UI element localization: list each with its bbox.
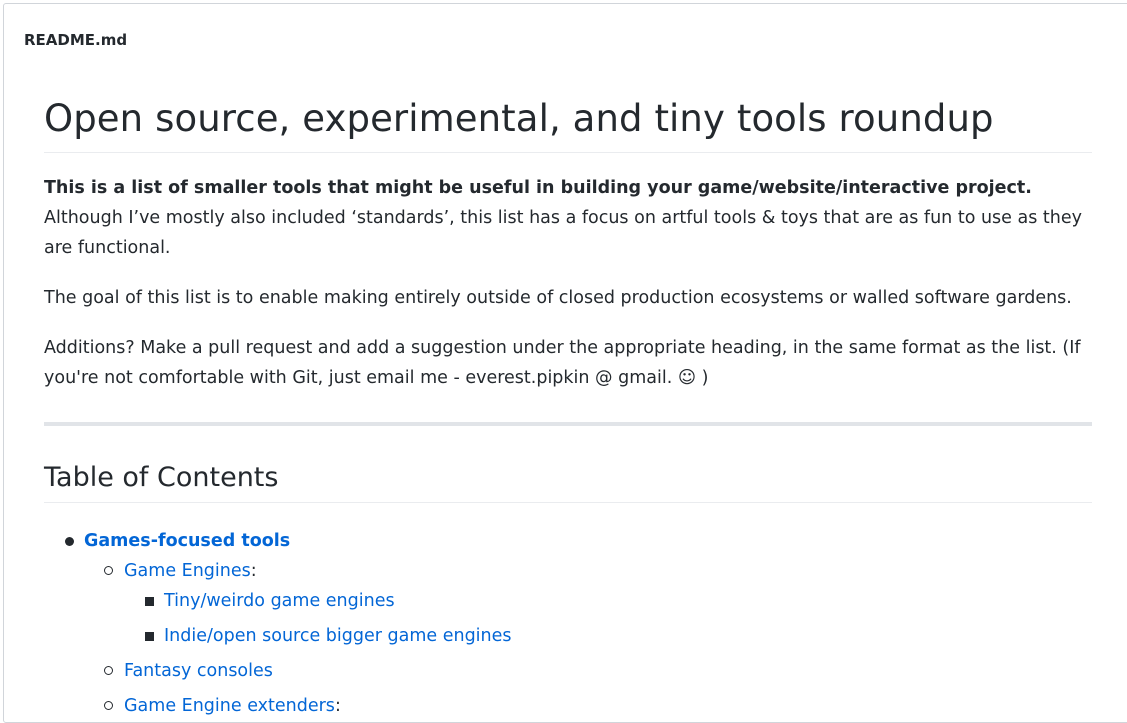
readme-title: Open source, experimental, and tiny tool… — [44, 90, 1092, 153]
toc-link-game-engines[interactable]: Game Engines — [124, 561, 251, 581]
circle-bullet-icon — [104, 701, 113, 710]
readme-filename: README.md — [24, 30, 128, 49]
additions-paragraph: Additions? Make a pull request and add a… — [44, 338, 1081, 388]
toc-item-fantasy-consoles: Fantasy consoles — [44, 656, 1092, 686]
readme-container: README.md Open source, experimental, and… — [3, 3, 1127, 723]
circle-bullet-icon — [104, 666, 113, 675]
square-bullet-icon — [145, 632, 154, 641]
toc-item-bigger-engines: Indie/open source bigger game engines — [44, 621, 1092, 651]
toc-item-game-engines: Game Engines: — [44, 556, 1092, 586]
table-of-contents: Games-focused tools Game Engines: Tiny/w… — [44, 526, 1092, 721]
disc-bullet-icon — [65, 537, 74, 546]
toc-item-engine-extenders: Game Engine extenders: — [44, 691, 1092, 721]
toc-link-fantasy-consoles[interactable]: Fantasy consoles — [124, 661, 273, 681]
file-header: README.md — [4, 4, 1127, 73]
toc-link-game-engine-extenders[interactable]: Game Engine extenders — [124, 696, 335, 716]
toc-item-tiny-engines: Tiny/weirdo game engines — [44, 586, 1092, 616]
intro-text: Although I’ve mostly also included ‘stan… — [44, 208, 1082, 258]
toc-link-games-focused-tools[interactable]: Games-focused tools — [84, 531, 290, 551]
markdown-body: Open source, experimental, and tiny tool… — [44, 90, 1092, 721]
toc-colon: : — [250, 561, 257, 581]
toc-heading: Table of Contents — [44, 458, 1092, 503]
intro-paragraph: This is a list of smaller tools that mig… — [44, 173, 1092, 263]
toc-link-tiny-weirdo-game-engines[interactable]: Tiny/weirdo game engines — [164, 591, 395, 611]
toc-item-games-focused: Games-focused tools — [44, 526, 1092, 556]
toc-link-bigger-game-engines[interactable]: Indie/open source bigger game engines — [164, 626, 512, 646]
intro-bold-text: This is a list of smaller tools that mig… — [44, 178, 1032, 198]
horizontal-rule — [44, 422, 1092, 426]
toc-colon: : — [334, 696, 341, 716]
goal-paragraph: The goal of this list is to enable makin… — [44, 288, 1072, 308]
circle-bullet-icon — [104, 566, 113, 575]
square-bullet-icon — [145, 597, 154, 606]
